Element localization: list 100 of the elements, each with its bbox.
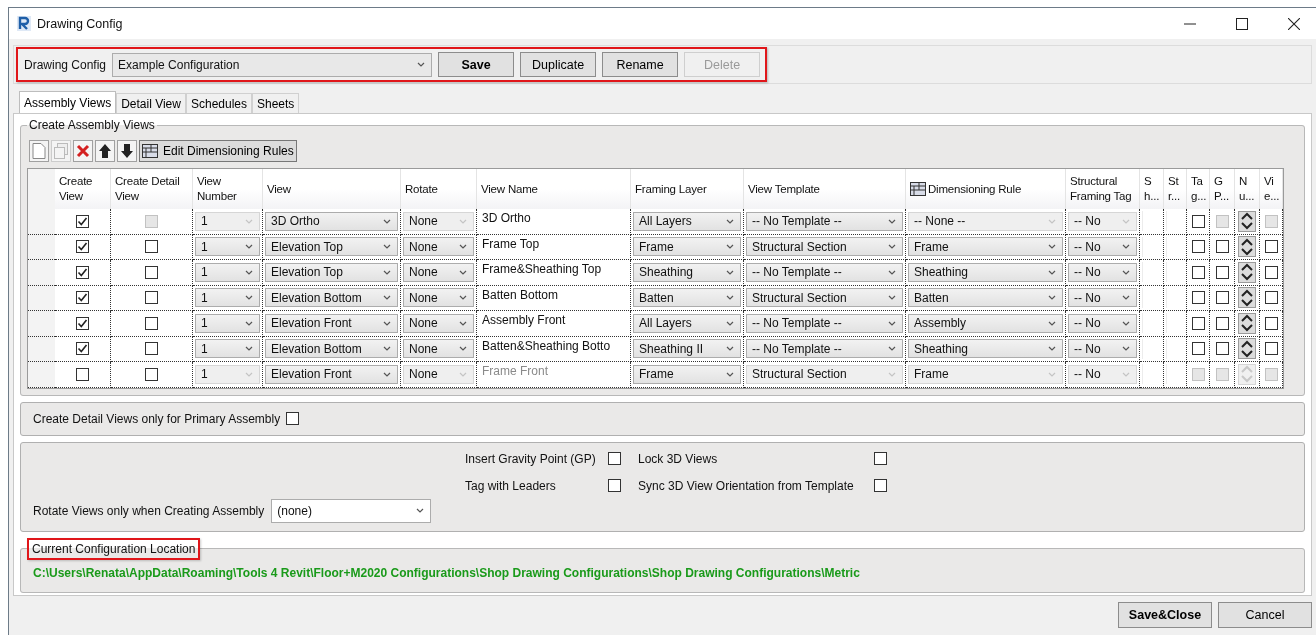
dropdown[interactable]: None <box>403 288 474 308</box>
tab[interactable]: Sheets <box>252 93 300 113</box>
row-header[interactable] <box>28 336 55 362</box>
dropdown[interactable]: Elevation Bottom <box>265 339 398 359</box>
checkbox[interactable] <box>76 265 89 279</box>
toolbar-button[interactable]: Duplicate <box>520 52 597 77</box>
column-header[interactable]: View Number <box>193 169 263 209</box>
checkbox[interactable] <box>1264 316 1278 330</box>
checkbox[interactable] <box>76 342 89 356</box>
column-header[interactable]: Ta g... <box>1187 169 1210 209</box>
dropdown[interactable]: Elevation Top <box>265 237 398 257</box>
dropdown[interactable]: 1 <box>195 288 260 308</box>
checkbox[interactable] <box>1191 342 1205 356</box>
checkbox[interactable] <box>145 291 158 305</box>
checkbox[interactable] <box>1215 291 1229 305</box>
column-header[interactable]: View Name <box>477 169 631 209</box>
dropdown[interactable]: None <box>403 262 474 282</box>
column-header[interactable]: Create View <box>55 169 111 209</box>
move-down-button[interactable] <box>117 140 137 162</box>
checkbox[interactable] <box>145 265 158 279</box>
dropdown[interactable]: None <box>403 339 474 359</box>
toolbar-button[interactable]: Rename <box>602 52 679 77</box>
dropdown[interactable]: -- No <box>1068 237 1137 257</box>
checkbox[interactable] <box>874 479 887 492</box>
dropdown[interactable]: Frame <box>908 237 1063 257</box>
column-header[interactable]: St r... <box>1164 169 1187 209</box>
dropdown[interactable]: Structural Section <box>746 288 903 308</box>
checkbox[interactable] <box>76 316 89 330</box>
checkbox[interactable] <box>1264 240 1278 254</box>
tab[interactable]: Detail View <box>116 93 186 113</box>
row-header[interactable] <box>28 285 55 311</box>
checkbox[interactable] <box>286 412 300 425</box>
checkbox[interactable] <box>1191 214 1205 228</box>
spinner-control[interactable] <box>1238 236 1256 258</box>
checkbox[interactable] <box>874 452 887 465</box>
checkbox[interactable] <box>1191 265 1205 279</box>
checkbox[interactable] <box>76 214 89 228</box>
spinner-control[interactable] <box>1238 287 1256 309</box>
dropdown[interactable]: -- No Template -- <box>746 211 903 231</box>
dropdown[interactable]: Elevation Bottom <box>265 288 398 308</box>
maximize-icon[interactable] <box>1236 17 1248 30</box>
checkbox[interactable] <box>145 240 158 254</box>
dropdown[interactable]: -- No <box>1068 313 1137 333</box>
checkbox[interactable] <box>1215 342 1229 356</box>
dropdown[interactable]: Frame <box>633 237 741 257</box>
toolbar-button[interactable]: Save <box>438 52 515 77</box>
checkbox[interactable] <box>1215 265 1229 279</box>
dropdown[interactable]: -- No Template -- <box>746 339 903 359</box>
checkbox[interactable] <box>76 240 89 254</box>
new-page-button[interactable] <box>29 140 49 162</box>
column-header[interactable]: Structural Framing Tag <box>1066 169 1140 209</box>
spinner-control[interactable] <box>1238 261 1256 283</box>
dropdown[interactable]: 3D Ortho <box>265 211 398 231</box>
dropdown[interactable]: Assembly <box>908 313 1063 333</box>
dropdown[interactable]: None <box>403 237 474 257</box>
dropdown[interactable]: -- No Template -- <box>746 313 903 333</box>
edit-rules-button[interactable]: Edit Dimensioning Rules <box>139 140 297 162</box>
dropdown[interactable]: Elevation Top <box>265 262 398 282</box>
dropdown[interactable]: Structural Section <box>746 237 903 257</box>
dropdown[interactable]: Elevation Front <box>265 364 398 384</box>
dropdown[interactable]: Sheathing II <box>633 339 741 359</box>
dropdown[interactable]: Batten <box>908 288 1063 308</box>
column-header[interactable]: View Template <box>744 169 906 209</box>
spinner-control[interactable] <box>1238 338 1256 360</box>
column-header[interactable]: Rotate <box>401 169 477 209</box>
checkbox[interactable] <box>145 367 158 381</box>
dropdown[interactable]: None <box>403 313 474 333</box>
checkbox[interactable] <box>145 316 158 330</box>
dropdown[interactable]: -- No <box>1068 262 1137 282</box>
checkbox[interactable] <box>1215 316 1229 330</box>
checkbox[interactable] <box>1264 265 1278 279</box>
checkbox[interactable] <box>1191 316 1205 330</box>
tab[interactable]: Assembly Views <box>19 91 117 113</box>
column-header[interactable]: Dimensioning Rule <box>906 169 1066 209</box>
column-header[interactable]: Framing Layer <box>631 169 744 209</box>
checkbox[interactable] <box>76 291 89 305</box>
column-header[interactable]: Create Detail View <box>111 169 193 209</box>
column-header[interactable]: G P... <box>1210 169 1235 209</box>
dropdown[interactable]: Frame <box>633 364 741 384</box>
delete-button[interactable] <box>73 140 93 162</box>
dropdown[interactable]: All Layers <box>633 313 741 333</box>
checkbox[interactable] <box>1215 240 1229 254</box>
dropdown[interactable]: 1 <box>195 313 260 333</box>
checkbox[interactable] <box>1264 342 1278 356</box>
dialog-button[interactable]: Save&Close <box>1118 601 1212 628</box>
dialog-button[interactable]: Cancel <box>1218 601 1312 628</box>
column-header[interactable]: View <box>263 169 401 209</box>
dropdown[interactable]: -- No <box>1068 288 1137 308</box>
checkbox[interactable] <box>1191 240 1205 254</box>
dropdown[interactable]: 1 <box>195 339 260 359</box>
dropdown[interactable]: 1 <box>195 262 260 282</box>
dropdown[interactable]: Sheathing <box>633 262 741 282</box>
dropdown[interactable]: Batten <box>633 288 741 308</box>
dropdown[interactable]: -- No <box>1068 339 1137 359</box>
row-header[interactable] <box>28 234 55 260</box>
column-header[interactable]: Vi e... <box>1260 169 1283 209</box>
dropdown[interactable]: -- No Template -- <box>746 262 903 282</box>
rotate-dropdown[interactable]: (none) <box>271 498 432 523</box>
tab[interactable]: Schedules <box>185 93 252 113</box>
spinner-control[interactable] <box>1238 210 1256 232</box>
